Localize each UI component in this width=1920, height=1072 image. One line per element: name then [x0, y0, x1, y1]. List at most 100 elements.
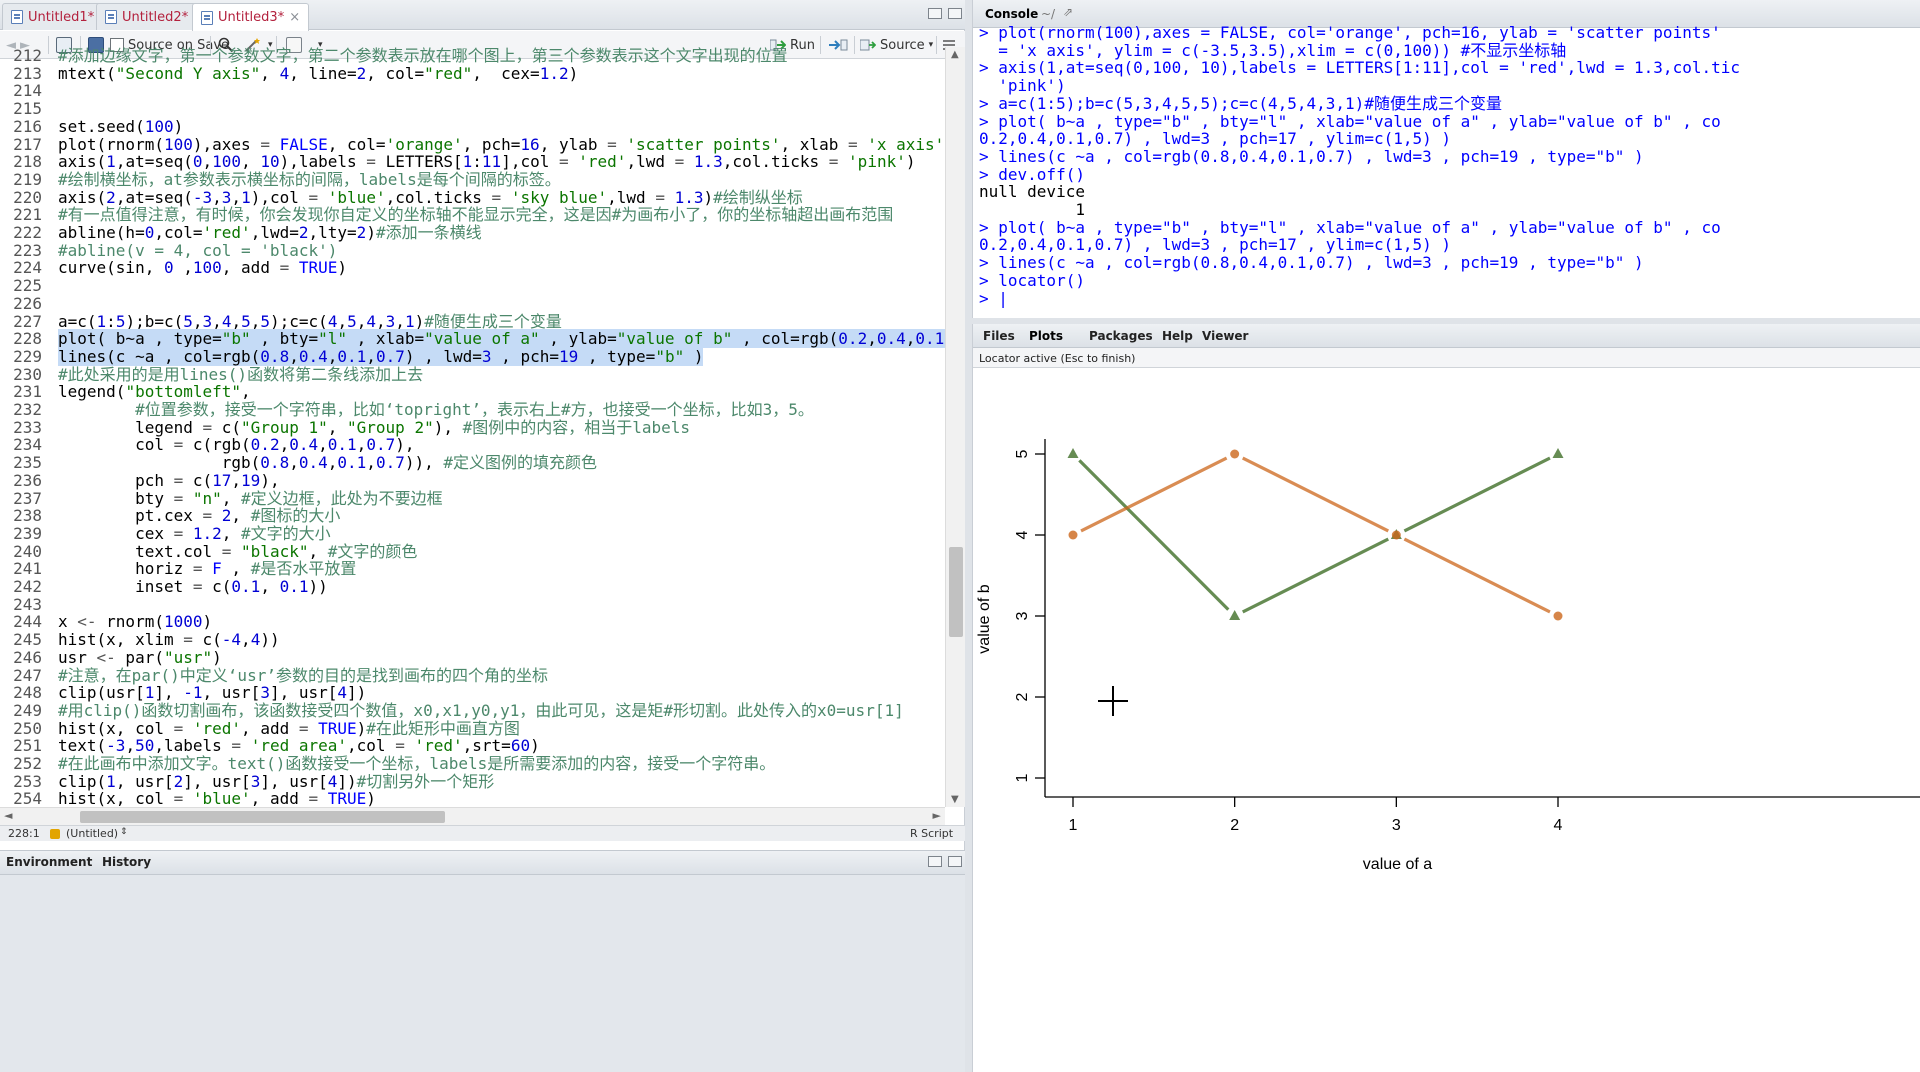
- line-number: 254: [13, 789, 42, 807]
- code-line[interactable]: #用clip()函数切割画布，该函数接受四个数值，x0,x1,y0,y1，由此可…: [58, 702, 904, 720]
- code-line[interactable]: #绘制横坐标，at参数表示横坐标的间隔，labels是每个间隔的标签。: [58, 171, 561, 189]
- code-line[interactable]: plot( b~a , type="b" , bty="l" , xlab="v…: [58, 329, 945, 349]
- code-line[interactable]: #位置参数，接受一个字符串，比如‘topright’，表示右上#方，也接受一个坐…: [58, 401, 814, 419]
- tab-untitled3[interactable]: Untitled3* ×: [192, 3, 310, 31]
- tab-plots[interactable]: Plots: [1029, 329, 1063, 343]
- code-line[interactable]: #有一点值得注意，有时候，你会发现你自定义的坐标轴不能显示完全，这是因#为画布小…: [58, 206, 893, 224]
- code-line[interactable]: mtext("Second Y axis", 4, line=2, col="r…: [58, 64, 578, 83]
- minimize-pane-icon[interactable]: [928, 856, 942, 867]
- line-number: 247: [13, 665, 42, 685]
- maximize-pane-icon[interactable]: [948, 8, 962, 19]
- series-2-segment: [1080, 456, 1228, 533]
- horizontal-scrollbar[interactable]: ◄ ►: [0, 807, 945, 825]
- line-chart[interactable]: 1 2 3 4 1 2 3 4 5 value of a value of b: [973, 369, 1920, 1072]
- scroll-down-icon[interactable]: ▼: [951, 794, 959, 805]
- code-line[interactable]: legend("bottomleft",: [58, 383, 251, 401]
- chevron-updown-icon[interactable]: ⇕: [120, 827, 128, 837]
- series-1-point: [1067, 448, 1079, 458]
- code-line[interactable]: cex = 1.2, #文字的大小: [58, 525, 331, 543]
- tab-packages[interactable]: Packages: [1089, 329, 1153, 343]
- series-1-point: [1229, 610, 1241, 620]
- x-tick-label: 1: [1069, 817, 1078, 834]
- code-line[interactable]: a=c(1:5);b=c(5,3,4,5,5);c=c(4,5,4,3,1)#随…: [58, 312, 562, 331]
- line-number: 248: [13, 683, 42, 703]
- minimize-pane-icon[interactable]: [928, 8, 942, 19]
- plot-area[interactable]: 1 2 3 4 1 2 3 4 5 value of a value of b: [973, 369, 1920, 1072]
- code-line[interactable]: text(-3,50,labels = 'red area',col = 're…: [58, 737, 540, 755]
- code-line[interactable]: pt.cex = 2, #图标的大小: [58, 507, 340, 525]
- tab-history[interactable]: History: [102, 855, 151, 869]
- code-line[interactable]: clip(1, usr[2], usr[3], usr[4])#切割另外一个矩形: [58, 772, 494, 791]
- line-number: 246: [13, 647, 42, 667]
- scope-selector[interactable]: (Untitled): [66, 827, 118, 840]
- code-line[interactable]: rgb(0.8,0.4,0.1,0.7)), #定义图例的填充颜色: [58, 454, 597, 472]
- code-line[interactable]: #在此画布中添加文字。text()函数接受一个坐标，labels是所需要添加的内…: [58, 755, 775, 773]
- go-to-directory-icon[interactable]: ⇗: [1063, 5, 1073, 19]
- console-line: > lines(c ~a , col=rgb(0.8,0.4,0.1,0.7) …: [979, 146, 1644, 166]
- code-line[interactable]: axis(2,at=seq(-3,3,1),col = 'blue',col.t…: [58, 188, 803, 207]
- console-path[interactable]: ~/: [1041, 7, 1055, 21]
- maximize-pane-icon[interactable]: [948, 856, 962, 867]
- code-line[interactable]: #此处采用的是用lines()函数将第二条线添加上去: [58, 365, 423, 384]
- tab-viewer[interactable]: Viewer: [1202, 329, 1248, 343]
- line-number: 233: [13, 417, 42, 437]
- code-line[interactable]: legend = c("Group 1", "Group 2"), #图例中的内…: [58, 418, 690, 437]
- file-type-selector[interactable]: R Script: [910, 827, 953, 840]
- tab-help[interactable]: Help: [1162, 329, 1193, 343]
- console-line: > a=c(1:5);b=c(5,3,4,5,5);c=c(4,5,4,3,1)…: [979, 93, 1502, 113]
- code-line[interactable]: #abline(v = 4, col = 'black'): [58, 241, 337, 260]
- y-axis-label: value of b: [976, 584, 993, 653]
- line-number: 234: [13, 435, 42, 455]
- code-line[interactable]: set.seed(100): [58, 117, 183, 136]
- code-line[interactable]: x <- rnorm(1000): [58, 613, 212, 631]
- scroll-left-icon[interactable]: ◄: [4, 809, 12, 822]
- plots-tab-bar: Files Plots Packages Help Viewer: [973, 324, 1920, 348]
- line-number: 220: [13, 187, 42, 207]
- console-output[interactable]: > plot(rnorm(100),axes = FALSE, col='ora…: [979, 24, 1919, 318]
- console-pane: Console ~/ ⇗ > plot(rnorm(100),axes = FA…: [972, 0, 1920, 318]
- series-1-segment: [1241, 537, 1390, 614]
- code-line[interactable]: lines(c ~a , col=rgb(0.8,0.4,0.1,0.7) , …: [58, 346, 704, 366]
- code-line[interactable]: pch = c(17,19),: [58, 471, 280, 490]
- code-line[interactable]: clip(usr[1], -1, usr[3], usr[4]): [58, 684, 366, 702]
- line-number: 224: [13, 258, 42, 278]
- code-line[interactable]: text.col = "black", #文字的颜色: [58, 542, 417, 561]
- code-area[interactable]: 212 #添加边缘文字，第一个参数文字，第二个参数表示放在哪个图上，第三个参数表示…: [0, 47, 945, 807]
- locator-bar: Locator active (Esc to finish): [973, 348, 1920, 368]
- line-number: 238: [13, 506, 42, 526]
- code-line[interactable]: horiz = F , #是否水平放置: [58, 560, 356, 578]
- tab-environment[interactable]: Environment: [6, 855, 92, 869]
- scope-icon: [50, 829, 60, 839]
- code-line[interactable]: axis(1,at=seq(0,100, 10),labels = LETTER…: [58, 153, 915, 171]
- line-number: 213: [13, 63, 42, 83]
- code-line[interactable]: col = c(rgb(0.2,0.4,0.1,0.7),: [58, 436, 414, 454]
- line-number: 245: [13, 630, 42, 650]
- code-line[interactable]: inset = c(0.1, 0.1)): [58, 578, 328, 596]
- pane-controls: [928, 8, 962, 19]
- code-line[interactable]: plot(rnorm(100),axes = FALSE, col='orang…: [58, 135, 945, 154]
- console-title[interactable]: Console: [985, 7, 1038, 21]
- scrollbar-thumb[interactable]: [949, 547, 963, 637]
- line-number: 253: [13, 771, 42, 791]
- code-line[interactable]: usr <- par("usr"): [58, 648, 222, 667]
- scroll-right-icon[interactable]: ►: [933, 809, 941, 822]
- code-line[interactable]: hist(x, col = 'red', add = TRUE)#在此矩形中画直…: [58, 719, 520, 738]
- editor-tab-bar: Untitled1* × Untitled2* × Untitled3* ×: [0, 0, 965, 31]
- code-line[interactable]: hist(x, xlim = c(-4,4)): [58, 631, 280, 649]
- line-number: 250: [13, 718, 42, 738]
- line-number: 229: [13, 346, 42, 366]
- code-line[interactable]: #添加边缘文字，第一个参数文字，第二个参数表示放在哪个图上，第三个参数表示这个文…: [58, 47, 788, 65]
- code-line[interactable]: #注意，在par()中定义‘usr’参数的目的是找到画布的四个角的坐标: [58, 666, 548, 685]
- tab-files[interactable]: Files: [983, 329, 1015, 343]
- code-line[interactable]: curve(sin, 0 ,100, add = TRUE): [58, 259, 347, 277]
- console-line: 'pink'): [979, 76, 1066, 96]
- vertical-scrollbar[interactable]: ▲ ▼: [945, 47, 965, 807]
- code-line[interactable]: hist(x, col = 'blue', add = TRUE): [58, 790, 376, 807]
- line-number: 221: [13, 205, 42, 225]
- scrollbar-thumb[interactable]: [80, 811, 445, 823]
- code-line[interactable]: abline(h=0,col='red',lwd=2,lty=2)#添加一条横线: [58, 224, 482, 242]
- scroll-up-icon[interactable]: ▲: [951, 49, 959, 60]
- close-icon[interactable]: ×: [289, 10, 300, 25]
- console-line: > locator(): [979, 270, 1085, 290]
- code-line[interactable]: bty = "n", #定义边框，此处为不要边框: [58, 489, 443, 508]
